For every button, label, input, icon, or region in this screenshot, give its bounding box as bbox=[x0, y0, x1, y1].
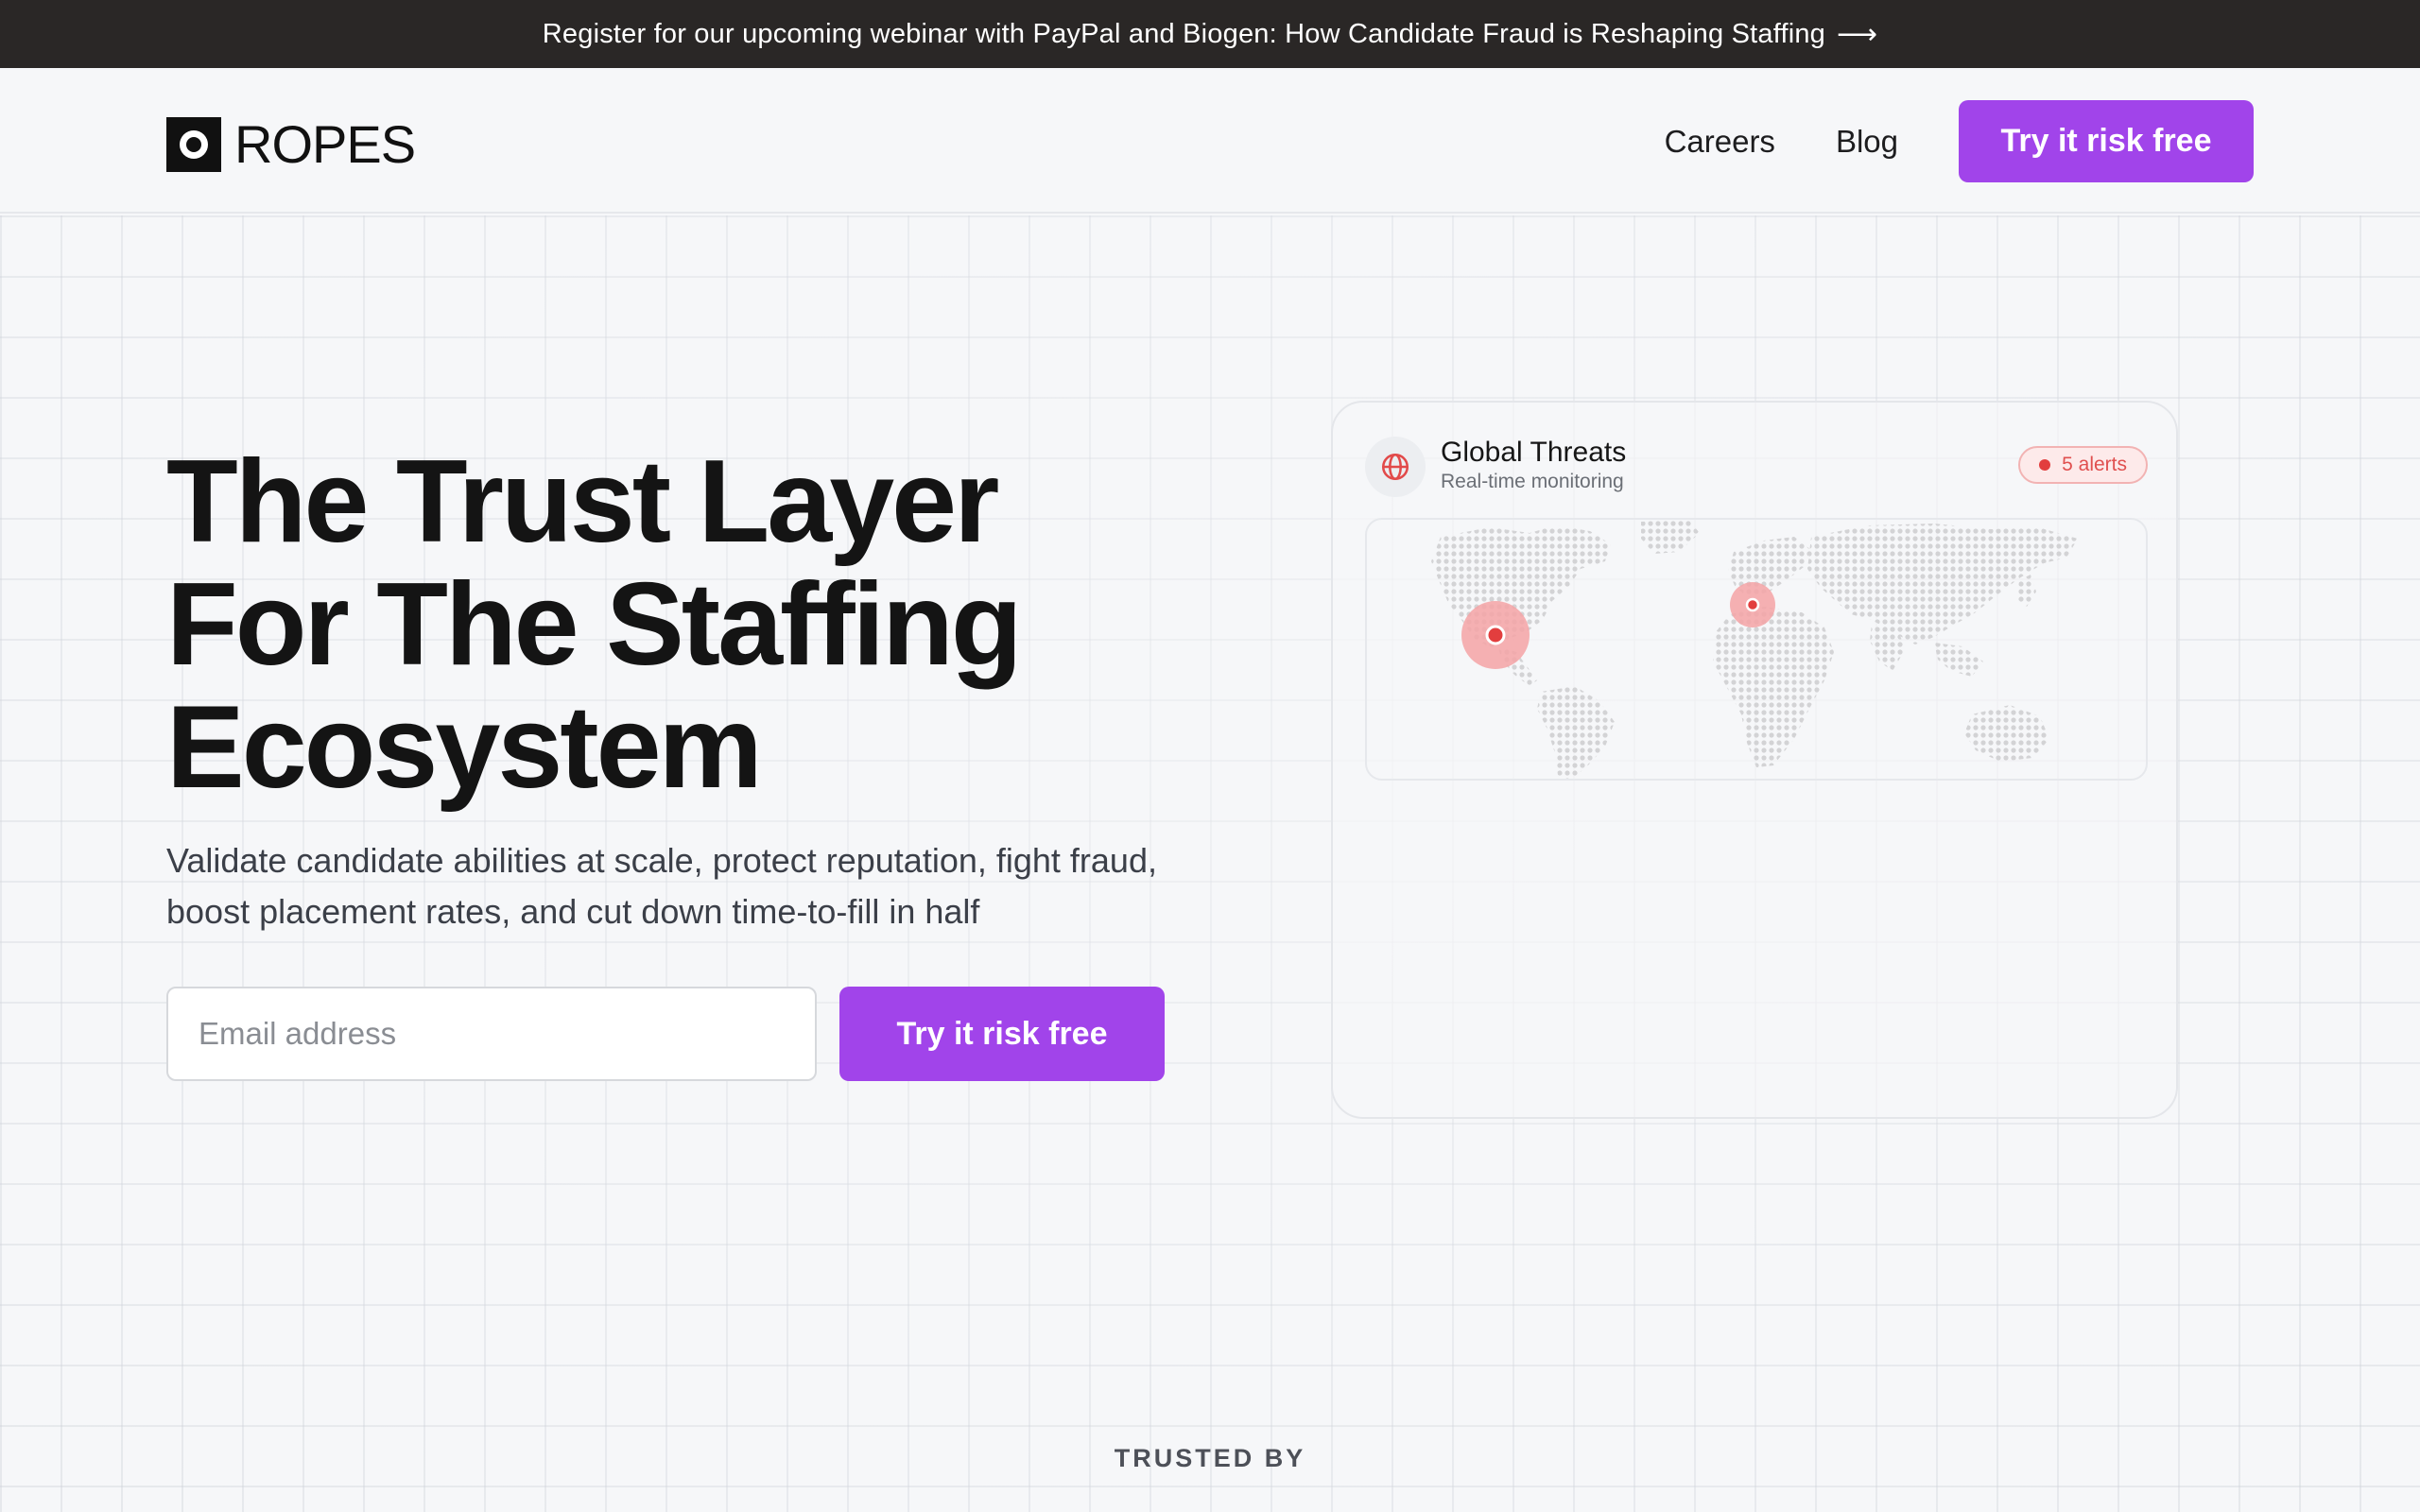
main-nav: Careers Blog Try it risk free bbox=[1665, 100, 2254, 182]
banner-text[interactable]: Register for our upcoming webinar with P… bbox=[543, 19, 1825, 50]
card-title: Global Threats bbox=[1441, 437, 1627, 468]
announcement-banner[interactable]: Register for our upcoming webinar with P… bbox=[0, 0, 2420, 68]
world-map bbox=[1365, 518, 2148, 781]
hero-subtext: Validate candidate abilities at scale, p… bbox=[166, 841, 1157, 931]
headline-line-1: The Trust Layer bbox=[166, 437, 999, 567]
header-cta-button[interactable]: Try it risk free bbox=[1959, 100, 2254, 182]
nav-link-careers[interactable]: Careers bbox=[1665, 124, 1775, 160]
headline-line-3: Ecosystem bbox=[166, 682, 763, 813]
alerts-count-label: 5 alerts bbox=[2062, 454, 2127, 475]
logo[interactable]: ROPES bbox=[166, 113, 416, 175]
email-input[interactable] bbox=[166, 987, 817, 1081]
alert-dot-icon bbox=[2039, 459, 2051, 471]
hero-cta-button[interactable]: Try it risk free bbox=[839, 987, 1165, 1081]
global-threats-card: Global Threats Real-time monitoring 5 al… bbox=[1331, 401, 2178, 1119]
headline-line-2: For The Staffing bbox=[166, 559, 1023, 690]
globe-icon bbox=[1365, 437, 1426, 497]
alerts-badge[interactable]: 5 alerts bbox=[2018, 446, 2148, 484]
nav-link-blog[interactable]: Blog bbox=[1836, 124, 1898, 160]
card-subtitle: Real-time monitoring bbox=[1441, 471, 1624, 492]
arrow-right-icon: ⟶ bbox=[1837, 17, 1878, 51]
site-header: ROPES Careers Blog Try it risk free bbox=[0, 68, 2420, 214]
hero-headline: The Trust Layer For The Staffing Ecosyst… bbox=[166, 440, 1112, 809]
continent-shapes bbox=[1431, 520, 2078, 779]
logo-text: ROPES bbox=[234, 114, 416, 174]
trusted-by-label: TRUSTED BY bbox=[1114, 1444, 1306, 1472]
logo-mark-icon bbox=[166, 116, 221, 172]
